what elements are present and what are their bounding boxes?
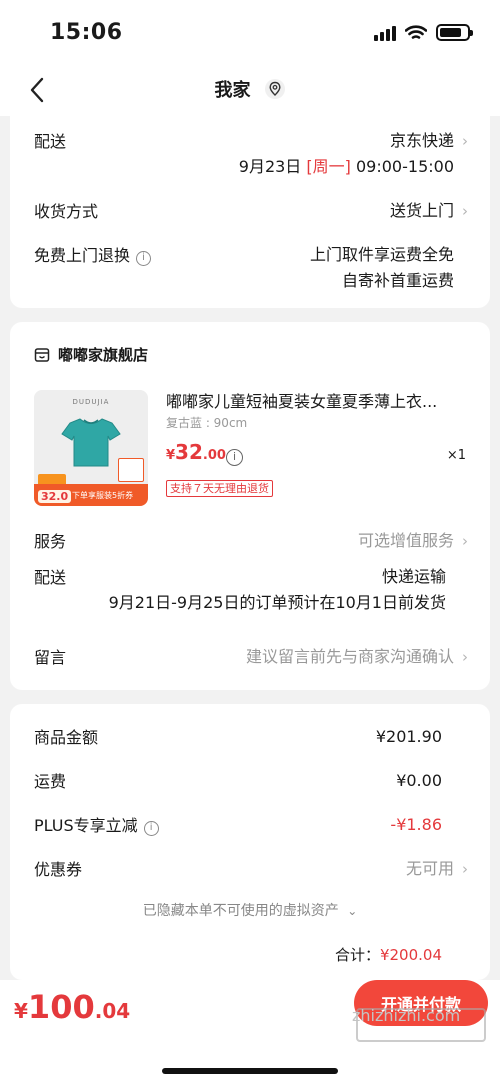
cellular-signal-icon bbox=[374, 25, 396, 41]
receive-method-row[interactable]: 收货方式 送货上门 › bbox=[34, 198, 468, 224]
pay-integer: 100 bbox=[27, 988, 95, 1026]
order-total: 合计：¥200.04 bbox=[335, 944, 442, 965]
plus-discount-value: -¥1.86 bbox=[390, 815, 442, 834]
hidden-assets-toggle[interactable]: 已隐藏本单不可使用的虚拟资产 ⌄ bbox=[10, 900, 490, 920]
pay-amount: ¥100.04 bbox=[14, 988, 130, 1026]
free-return-line2: 自寄补首重运费 bbox=[341, 271, 454, 290]
shop-shipping-method: 快递运输 bbox=[381, 567, 446, 586]
page-title: 我家 bbox=[214, 80, 251, 101]
freight-row: 运费 ¥0.00 bbox=[34, 768, 442, 794]
service-label: 服务 bbox=[34, 532, 67, 551]
promo-sticker bbox=[118, 458, 144, 482]
chevron-down-icon: ⌄ bbox=[347, 904, 358, 918]
product-image-brand: DUDUJIA bbox=[72, 398, 110, 406]
service-value: 可选增值服务 bbox=[357, 531, 454, 550]
goods-amount-value: ¥201.90 bbox=[375, 727, 442, 746]
free-return-label-text: 免费上门退换 bbox=[34, 246, 131, 265]
watermark: zhizhizhi.com bbox=[352, 1006, 461, 1025]
free-return-row: 免费上门退换 i 上门取件享运费全免 自寄补首重运费 bbox=[34, 242, 454, 298]
delivery-carrier: 京东快递 bbox=[389, 131, 454, 150]
product-spec: 复古蓝 : 90cm bbox=[166, 416, 248, 430]
hidden-assets-text: 已隐藏本单不可使用的虚拟资产 bbox=[142, 903, 339, 919]
free-return-value: 上门取件享运费全免 自寄补首重运费 bbox=[310, 242, 454, 294]
wifi-icon bbox=[405, 24, 427, 39]
nav-bar: 我家 bbox=[0, 64, 500, 116]
delivery-card: 配送 京东快递 9月23日 [周一] 09:00-15:00 › 收货方式 送货… bbox=[10, 116, 490, 308]
service-row[interactable]: 服务 可选增值服务 › bbox=[34, 528, 468, 554]
shop-name: 嘟嘟家旗舰店 bbox=[58, 346, 149, 364]
price-integer: 32 bbox=[175, 440, 203, 464]
message-label: 留言 bbox=[34, 648, 67, 667]
pay-currency: ¥ bbox=[14, 999, 28, 1023]
product-price: ¥32.00 bbox=[166, 440, 226, 464]
delivery-row[interactable]: 配送 京东快递 9月23日 [周一] 09:00-15:00 › bbox=[34, 128, 468, 184]
plus-discount-row: PLUS专享立减 i -¥1.86 bbox=[34, 812, 442, 838]
status-icons bbox=[374, 24, 473, 41]
delivery-date: 9月23日 bbox=[238, 157, 302, 176]
return-policy-tag: 支持７天无理由退货 bbox=[166, 480, 273, 497]
free-return-line1: 上门取件享运费全免 bbox=[309, 245, 454, 264]
goods-amount-row: 商品金额 ¥201.90 bbox=[34, 724, 442, 750]
price-info-icon[interactable]: i bbox=[226, 446, 243, 466]
nav-title-wrap: 我家 bbox=[0, 76, 500, 102]
shop-header[interactable]: 嘟嘟家旗舰店 bbox=[34, 344, 148, 365]
receive-method-label: 收货方式 bbox=[34, 202, 99, 221]
delivery-label: 配送 bbox=[34, 132, 67, 151]
plus-discount-label: PLUS专享立减 i bbox=[34, 812, 159, 836]
delivery-time: 09:00-15:00 bbox=[356, 157, 454, 176]
promo-strip: 32.0 下单享服装5折券 bbox=[34, 484, 148, 506]
shop-shipping-label: 配送 bbox=[34, 568, 67, 587]
home-indicator bbox=[162, 1068, 338, 1074]
info-icon[interactable]: i bbox=[143, 821, 159, 836]
message-input[interactable]: 建议留言前先与商家沟通确认 bbox=[246, 644, 454, 670]
tshirt-image bbox=[61, 418, 121, 467]
store-icon bbox=[34, 347, 50, 362]
order-total-value: ¥200.04 bbox=[379, 946, 442, 964]
chevron-right-icon: › bbox=[462, 860, 468, 878]
shop-shipping-row: 配送 快递运输 9月21日-9月25日的订单预计在10月1日前发货 bbox=[34, 564, 446, 620]
price-currency: ¥ bbox=[166, 448, 176, 463]
status-bar: 15:06 bbox=[0, 0, 500, 64]
freight-value: ¥0.00 bbox=[396, 771, 442, 790]
delivery-value: 京东快递 9月23日 [周一] 09:00-15:00 bbox=[239, 128, 454, 180]
coupon-value: 无可用 bbox=[405, 859, 454, 878]
location-pin-icon[interactable] bbox=[264, 78, 286, 100]
battery-icon bbox=[436, 24, 473, 41]
promo-text: 下单享服装5折券 bbox=[72, 491, 134, 500]
price-decimal: .00 bbox=[202, 448, 226, 463]
shop-shipping-note: 9月21日-9月25日的订单预计在10月1日前发货 bbox=[108, 593, 446, 612]
delivery-weekday: [周一] bbox=[306, 157, 351, 176]
promo-price: 32.0 bbox=[38, 490, 72, 503]
product-image[interactable]: DUDUJIA 32.0 下单享服装5折券 bbox=[34, 390, 148, 506]
shop-shipping-value: 快递运输 9月21日-9月25日的订单预计在10月1日前发货 bbox=[109, 564, 446, 616]
product-title[interactable]: 嘟嘟家儿童短袖夏装女童夏季薄上衣... bbox=[166, 388, 466, 412]
order-summary-card: 商品金额 ¥201.90 运费 ¥0.00 PLUS专享立减 i -¥1.86 优… bbox=[10, 704, 490, 980]
info-icon[interactable]: i bbox=[136, 251, 152, 266]
plus-discount-label-text: PLUS专享立减 bbox=[34, 816, 138, 835]
product-quantity: ×1 bbox=[446, 448, 466, 463]
chevron-right-icon: › bbox=[462, 202, 468, 220]
pay-decimal: .04 bbox=[94, 999, 131, 1023]
chevron-right-icon: › bbox=[462, 648, 468, 666]
shop-card: 嘟嘟家旗舰店 DUDUJIA 32.0 下单享服装5折券 嘟嘟家儿童短袖夏装女童… bbox=[10, 322, 490, 690]
receive-method-value: 送货上门 bbox=[389, 201, 454, 220]
chevron-right-icon: › bbox=[462, 132, 468, 150]
freight-label: 运费 bbox=[34, 772, 67, 791]
chevron-right-icon: › bbox=[462, 532, 468, 550]
coupon-label: 优惠券 bbox=[34, 860, 83, 879]
goods-amount-label: 商品金额 bbox=[34, 728, 99, 747]
order-total-label: 合计： bbox=[334, 946, 380, 964]
free-return-label: 免费上门退换 i bbox=[34, 242, 152, 266]
coupon-row[interactable]: 优惠券 无可用 › bbox=[34, 856, 468, 882]
status-time: 15:06 bbox=[50, 20, 123, 45]
message-row[interactable]: 留言 建议留言前先与商家沟通确认 › bbox=[34, 644, 468, 670]
